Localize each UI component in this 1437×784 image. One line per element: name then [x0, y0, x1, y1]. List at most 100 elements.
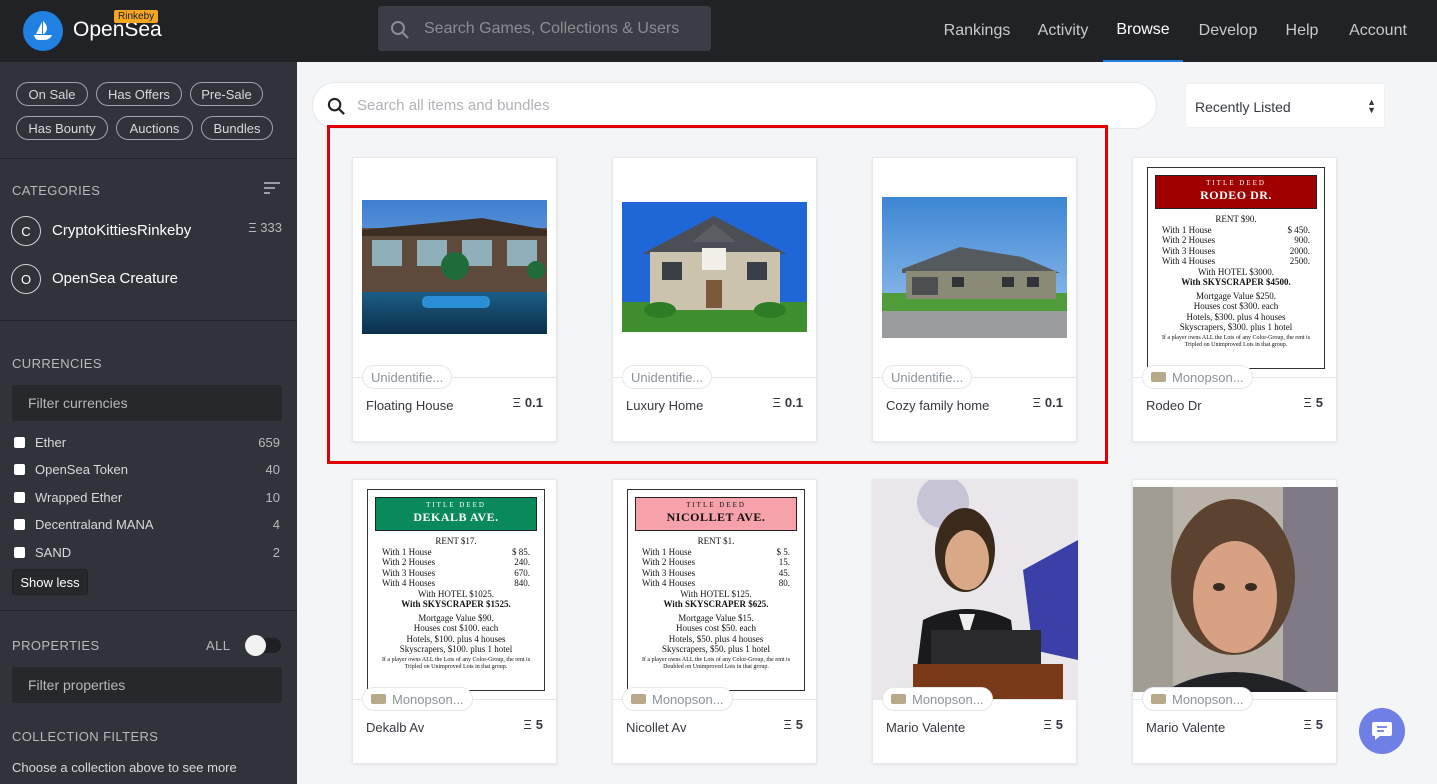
collection-name: Monopson... [392, 691, 464, 707]
items-search-input[interactable] [357, 83, 1137, 128]
deed-street: DEKALB AVE. [413, 510, 499, 524]
asset-card[interactable]: TITLE DEED NICOLLET AVE. RENT $1. With 1… [612, 479, 817, 764]
eth-icon: Ξ [512, 395, 521, 410]
filter-bundles[interactable]: Bundles [201, 116, 273, 140]
deed-mortgage: Mortgage Value $250. [1195, 290, 1277, 301]
deed-row-label: With 2 Houses [1162, 235, 1216, 245]
deed-fine-print: If a player owns ALL the Lots of any Col… [1161, 334, 1311, 348]
collection-tag[interactable]: Monopson... [622, 687, 733, 711]
currency-filter[interactable] [12, 385, 282, 421]
asset-price: Ξ5 [783, 717, 803, 732]
category-cryptokitties[interactable]: C CryptoKittiesRinkeby Ξ 333 [11, 214, 286, 246]
filter-auctions[interactable]: Auctions [116, 116, 193, 140]
asset-card[interactable]: Unidentifie... Floating House Ξ 0.1 [352, 157, 557, 442]
asset-name: Rodeo Dr [1146, 398, 1202, 413]
asset-card[interactable]: Monopson... Mario Valente Ξ5 [872, 479, 1078, 764]
chat-button[interactable] [1359, 708, 1405, 754]
collection-filters-title: COLLECTION FILTERS [12, 729, 159, 744]
sort-lines-icon[interactable] [264, 182, 280, 194]
global-search[interactable] [378, 6, 711, 51]
currency-mana[interactable]: Decentraland MANA 4 [14, 517, 280, 533]
filter-on-sale[interactable]: On Sale [16, 82, 88, 106]
eth-icon: Ξ [783, 717, 792, 732]
deed-label: TITLE DEED [1206, 179, 1266, 187]
eth-icon: Ξ [1032, 395, 1041, 410]
checkbox[interactable] [14, 437, 25, 448]
properties-filter[interactable] [12, 667, 282, 703]
checkbox[interactable] [14, 547, 25, 558]
currency-ether[interactable]: Ether 659 [14, 435, 280, 451]
asset-card[interactable]: Monopson... Mario Valente Ξ5 [1132, 479, 1338, 764]
houseboat-image [362, 200, 547, 334]
category-name: OpenSea Creature [52, 270, 178, 287]
currency-sand[interactable]: SAND 2 [14, 545, 280, 561]
category-opensea-creature[interactable]: O OpenSea Creature [11, 262, 286, 294]
deed-row-label: With 2 Houses [382, 557, 436, 567]
collection-icon [371, 694, 386, 704]
currency-wrapped-ether[interactable]: Wrapped Ether 10 [14, 490, 280, 506]
nav-help[interactable]: Help [1280, 0, 1324, 62]
items-search[interactable] [312, 82, 1157, 129]
nav-rankings[interactable]: Rankings [934, 0, 1020, 62]
nav-account[interactable]: Account [1340, 0, 1416, 62]
asset-name: Nicollet Av [626, 720, 687, 735]
deed-row-label: With 3 Houses [642, 567, 696, 578]
collection-tag[interactable]: Monopson... [1142, 687, 1253, 711]
opensea-logo-icon[interactable] [23, 11, 63, 51]
nav-develop[interactable]: Develop [1190, 0, 1266, 62]
nicollet-deed-image: TITLE DEED NICOLLET AVE. RENT $1. With 1… [627, 489, 805, 691]
selfie-photo [1133, 487, 1338, 692]
checkbox[interactable] [14, 519, 25, 530]
toggle-knob [245, 635, 266, 656]
filter-has-bounty[interactable]: Has Bounty [16, 116, 108, 140]
deed-band: TITLE DEED NICOLLET AVE. [635, 497, 797, 531]
currency-count: 10 [265, 490, 280, 505]
currency-opensea-token[interactable]: OpenSea Token 40 [14, 462, 280, 478]
deed-street: RODEO DR. [1200, 188, 1272, 202]
show-less-button[interactable]: Show less [12, 569, 88, 595]
asset-card[interactable]: Unidentifie... Cozy family home Ξ 0.1 [872, 157, 1077, 442]
sort-select[interactable]: Recently Listed ▲ ▼ [1185, 83, 1385, 128]
category-name: CryptoKittiesRinkeby [52, 222, 192, 239]
deed-row-label: With 3 Houses [382, 567, 436, 578]
collection-name: Monopson... [1172, 369, 1244, 385]
luxury-house-image [622, 202, 807, 332]
deed-skyscraper: With SKYSCRAPER $4500. [1181, 277, 1291, 287]
deed-fine-print: If a player owns ALL the Lots of any Col… [641, 656, 791, 670]
deed-hotel: With HOTEL $3000. [1197, 266, 1275, 277]
collection-tag[interactable]: Monopson... [1142, 365, 1253, 389]
checkbox[interactable] [14, 492, 25, 503]
currency-label: Decentraland MANA [35, 517, 154, 532]
deed-row-value: $ 5. [776, 546, 791, 557]
collection-icon [1151, 694, 1166, 704]
asset-card[interactable]: TITLE DEED RODEO DR. RENT $90. With 1 Ho… [1132, 157, 1337, 442]
filter-pre-sale[interactable]: Pre-Sale [190, 82, 263, 106]
deed-rent: RENT $90. [1215, 214, 1257, 224]
nav-browse[interactable]: Browse [1103, 0, 1183, 62]
asset-card[interactable]: Unidentifie... Luxury Home Ξ 0.1 [612, 157, 817, 442]
collection-tag[interactable]: Unidentifie... [362, 365, 453, 389]
deed-rent: RENT $1. [697, 536, 735, 546]
asset-card[interactable]: TITLE DEED DEKALB AVE. RENT $17. With 1 … [352, 479, 557, 764]
collection-name: Unidentifie... [891, 369, 964, 385]
collection-tag[interactable]: Monopson... [362, 687, 473, 711]
price-value: 5 [1055, 717, 1063, 732]
deed-label: TITLE DEED [426, 501, 486, 509]
properties-filter-input[interactable] [12, 667, 282, 703]
price-value: 0.1 [1044, 395, 1063, 410]
deed-row-label: With 2 Houses [642, 557, 696, 567]
properties-all-toggle[interactable] [245, 635, 281, 656]
global-search-input[interactable] [424, 6, 704, 51]
checkbox[interactable] [14, 464, 25, 475]
collection-tag[interactable]: Unidentifie... [622, 365, 713, 389]
collection-tag[interactable]: Monopson... [882, 687, 993, 711]
currency-filter-input[interactable] [12, 385, 282, 421]
deed-label: TITLE DEED [686, 501, 746, 509]
family-house-image [882, 197, 1067, 338]
filter-has-offers[interactable]: Has Offers [96, 82, 182, 106]
deed-mortgage: Mortgage Value $90. [418, 612, 494, 623]
eth-icon: Ξ [523, 717, 532, 732]
collection-tag[interactable]: Unidentifie... [882, 365, 973, 389]
nav-activity[interactable]: Activity [1030, 0, 1096, 62]
collection-name: Monopson... [652, 691, 724, 707]
